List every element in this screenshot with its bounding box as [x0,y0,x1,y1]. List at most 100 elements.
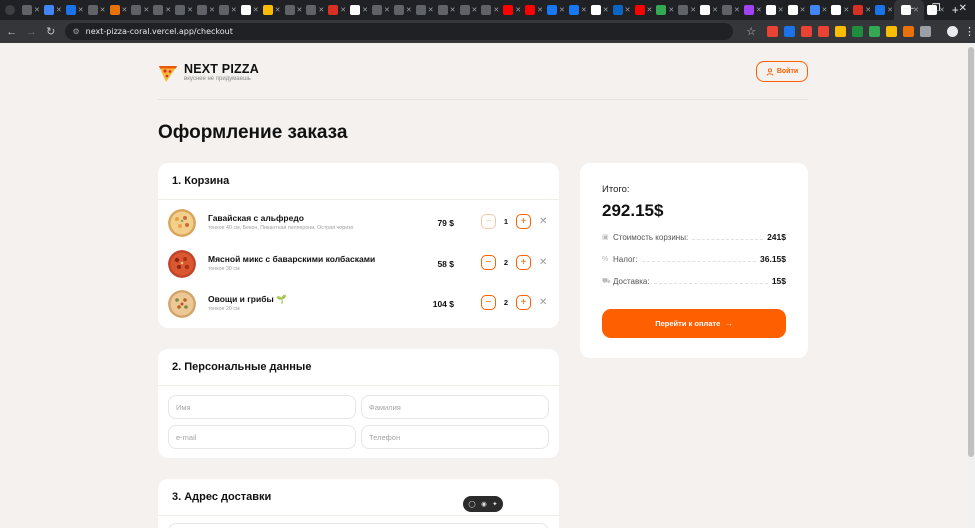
tab-close-icon[interactable]: ✕ [734,6,740,14]
browser-tab[interactable]: ✕ [807,5,829,15]
phone-field[interactable]: Телефон [361,425,549,449]
browser-tab[interactable]: ✕ [369,5,391,15]
browser-tab[interactable]: ✕ [653,5,675,15]
page-scrollbar[interactable] [967,43,975,528]
tab-close-icon[interactable]: ✕ [384,6,390,14]
tab-close-icon[interactable]: ✕ [56,6,62,14]
tab-close-icon[interactable]: ✕ [603,6,609,14]
browser-tab[interactable]: ✕ [610,5,632,15]
browser-tab[interactable]: ✕ [150,5,172,15]
browser-tab[interactable]: ✕ [435,5,457,15]
browser-tab[interactable]: ✕ [828,5,850,15]
browser-tab[interactable]: ✕ [107,5,129,15]
browser-tab[interactable]: ✕ [260,5,282,15]
tab-close-icon[interactable]: ✕ [668,6,674,14]
tab-close-icon[interactable]: ✕ [690,6,696,14]
tab-close-icon[interactable]: ✕ [406,6,412,14]
tab-close-icon[interactable]: ✕ [472,6,478,14]
extension-icon[interactable] [885,26,897,37]
browser-tab[interactable]: ✕ [128,5,150,15]
browser-tab[interactable]: ✕ [238,5,260,15]
tab-close-icon[interactable]: ✕ [428,6,434,14]
tab-close-icon[interactable]: ✕ [559,6,565,14]
tab-close-icon[interactable]: ✕ [625,6,631,14]
tab-close-icon[interactable]: ✕ [34,6,40,14]
address-bar[interactable]: ⚙ next-pizza-coral.vercel.app/checkout [64,23,734,40]
extension-icon[interactable] [919,26,931,37]
tab-close-icon[interactable]: ✕ [275,6,281,14]
browser-tab[interactable]: ✕ [282,5,304,15]
browser-tab[interactable]: ✕ [413,5,435,15]
maximize-icon[interactable]: ❐ [932,3,941,14]
decrease-button[interactable]: − [481,214,496,229]
decrease-button[interactable]: − [481,255,496,270]
tab-close-icon[interactable]: ✕ [537,6,543,14]
tab-close-icon[interactable]: ✕ [318,6,324,14]
address-field[interactable] [168,523,549,528]
tab-close-icon[interactable]: ✕ [253,6,259,14]
last-name-field[interactable]: Фамилия [361,395,549,419]
tab-close-icon[interactable]: ✕ [778,6,784,14]
tab-close-icon[interactable]: ✕ [297,6,303,14]
browser-tab[interactable]: ✕ [632,5,654,15]
accessibility-icon[interactable]: ✦ [492,500,497,508]
profile-avatar[interactable] [946,26,958,37]
tab-close-icon[interactable]: ✕ [756,6,762,14]
tab-close-icon[interactable]: ✕ [450,6,456,14]
extension-icon[interactable] [868,26,880,37]
scrollbar-thumb[interactable] [968,47,974,457]
extension-icon[interactable] [783,26,795,37]
tab-close-icon[interactable]: ✕ [581,6,587,14]
email-field[interactable]: e-mail [168,425,356,449]
browser-tab[interactable]: ✕ [303,5,325,15]
tab-close-icon[interactable]: ✕ [515,6,521,14]
browser-tab[interactable]: ✕ [544,5,566,15]
browser-tab[interactable]: ✕ [457,5,479,15]
tab-close-icon[interactable]: ✕ [493,6,499,14]
tab-close-icon[interactable]: ✕ [340,6,346,14]
tab-close-icon[interactable]: ✕ [843,6,849,14]
browser-tab[interactable]: ✕ [172,5,194,15]
browser-menu-icon[interactable]: ⋮ [964,25,975,38]
tab-close-icon[interactable]: ✕ [143,6,149,14]
tab-close-icon[interactable]: ✕ [122,6,128,14]
tab-close-icon[interactable]: ✕ [887,6,893,14]
browser-tab[interactable]: ✕ [391,5,413,15]
browser-tab[interactable]: ✕ [566,5,588,15]
brand-name[interactable]: NEXT PIZZA [184,62,259,76]
eye-icon[interactable]: ◉ [481,500,487,508]
browser-tab[interactable]: ✕ [41,5,63,15]
browser-tab[interactable]: ✕ [697,5,719,15]
extension-icon[interactable] [766,26,778,37]
browser-tab[interactable]: ✕ [675,5,697,15]
tab-search-icon[interactable] [5,5,15,15]
back-icon[interactable]: ← [4,26,20,38]
increase-button[interactable]: + [516,255,531,270]
browser-tab[interactable]: ✕ [347,5,369,15]
browser-tab[interactable]: ✕ [763,5,785,15]
forward-icon[interactable]: → [24,26,40,38]
bookmark-star-icon[interactable]: ☆ [743,25,759,38]
browser-tab[interactable]: ✕ [741,5,763,15]
login-button[interactable]: Войти [756,61,808,82]
proceed-to-payment-button[interactable]: Перейти к оплате → [602,309,786,338]
browser-tab[interactable]: ✕ [872,5,894,15]
close-window-icon[interactable]: ✕ [959,3,967,14]
tab-close-icon[interactable]: ✕ [712,6,718,14]
browser-tab[interactable]: ✕ [588,5,610,15]
browser-tab[interactable]: ✕ [850,5,872,15]
increase-button[interactable]: + [516,214,531,229]
remove-item-icon[interactable]: ✕ [539,216,547,227]
extension-icon[interactable] [902,26,914,37]
remove-item-icon[interactable]: ✕ [539,297,547,308]
browser-tab[interactable]: ✕ [194,5,216,15]
minimize-icon[interactable]: — [904,3,914,14]
browser-tab[interactable]: ✕ [500,5,522,15]
browser-tab[interactable]: ✕ [522,5,544,15]
browser-tab[interactable]: ✕ [325,5,347,15]
tab-close-icon[interactable]: ✕ [647,6,653,14]
browser-tab[interactable]: ✕ [719,5,741,15]
browser-tab[interactable]: ✕ [19,5,41,15]
tab-close-icon[interactable]: ✕ [100,6,106,14]
increase-button[interactable]: + [516,295,531,310]
